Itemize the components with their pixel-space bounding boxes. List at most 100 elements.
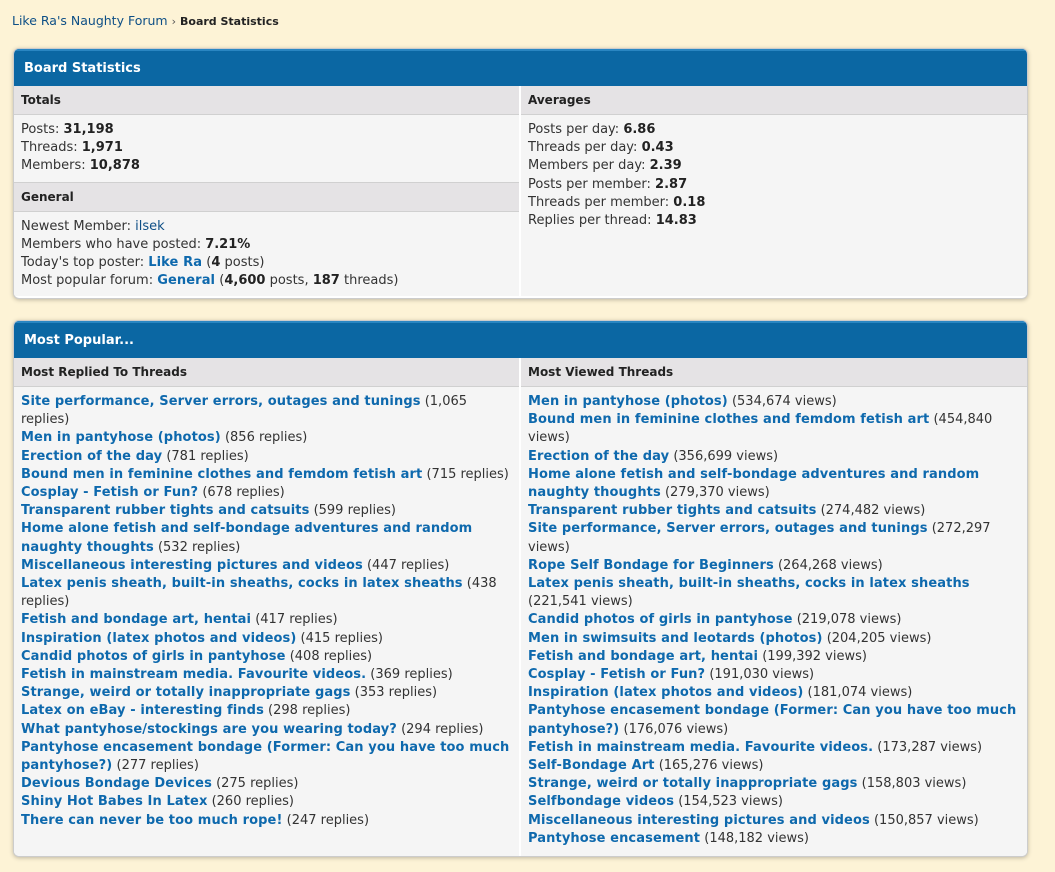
- thread-link[interactable]: Latex on eBay - interesting finds: [21, 703, 264, 718]
- thread-link[interactable]: Candid photos of girls in pantyhose: [528, 612, 793, 627]
- thread-list-item: Inspiration (latex photos and videos) (4…: [21, 630, 512, 648]
- thread-link[interactable]: Erection of the day: [21, 449, 162, 464]
- thread-list-item: Home alone fetish and self-bondage adven…: [528, 466, 1020, 502]
- thread-link[interactable]: Candid photos of girls in pantyhose: [21, 649, 286, 664]
- thread-link[interactable]: Cosplay - Fetish or Fun?: [21, 485, 198, 500]
- thread-link[interactable]: Selfbondage videos: [528, 794, 674, 809]
- thread-link[interactable]: Site performance, Server errors, outages…: [21, 394, 421, 409]
- thread-link[interactable]: Men in swimsuits and leotards (photos): [528, 631, 823, 646]
- thread-link[interactable]: Inspiration (latex photos and videos): [21, 631, 296, 646]
- breadcrumb: Like Ra's Naughty Forum › Board Statistics: [12, 13, 279, 28]
- thread-link[interactable]: Men in pantyhose (photos): [528, 394, 728, 409]
- thread-link[interactable]: Fetish and bondage art, hentai: [21, 612, 251, 627]
- averages-heading: Averages: [521, 86, 1027, 115]
- thread-link[interactable]: Miscellaneous interesting pictures and v…: [21, 558, 363, 573]
- thread-count: (532 replies): [157, 539, 241, 555]
- most-viewed-list: Men in pantyhose (photos) (534,674 views…: [521, 387, 1027, 854]
- thread-link[interactable]: Transparent rubber tights and catsuits: [528, 503, 816, 518]
- thread-link[interactable]: Latex penis sheath, built-in sheaths, co…: [528, 576, 970, 591]
- thread-count: (176,076 views): [623, 721, 729, 737]
- thread-count: (294 replies): [401, 721, 484, 737]
- thread-link[interactable]: Cosplay - Fetish or Fun?: [528, 667, 705, 682]
- thread-list-item: Miscellaneous interesting pictures and v…: [528, 812, 1020, 830]
- thread-link[interactable]: Fetish and bondage art, hentai: [528, 649, 758, 664]
- thread-count: (150,857 views): [873, 812, 979, 828]
- thread-list-item: Men in swimsuits and leotards (photos) (…: [528, 630, 1020, 648]
- thread-link[interactable]: Bound men in feminine clothes and femdom…: [21, 467, 422, 482]
- totals-general-column: Totals Posts: 31,198 Threads: 1,971 Memb…: [14, 86, 521, 297]
- thread-count: (415 replies): [300, 630, 383, 646]
- thread-list-item: Cosplay - Fetish or Fun? (191,030 views): [528, 666, 1020, 684]
- thread-link[interactable]: Devious Bondage Devices: [21, 776, 212, 791]
- thread-list-item: Cosplay - Fetish or Fun? (678 replies): [21, 484, 512, 502]
- thread-link[interactable]: Self-Bondage Art: [528, 758, 655, 773]
- general-heading: General: [14, 181, 519, 212]
- posts-value: 31,198: [63, 122, 114, 137]
- breadcrumb-home-link[interactable]: Like Ra's Naughty Forum: [12, 13, 168, 28]
- thread-count: (356,699 views): [673, 448, 779, 464]
- thread-count: (181,074 views): [807, 685, 913, 701]
- thread-list-item: Miscellaneous interesting pictures and v…: [21, 557, 512, 575]
- newest-member-stat: Newest Member: ilsek: [21, 218, 165, 234]
- average-row: Threads per day: 0.43: [528, 140, 674, 156]
- thread-count: (715 replies): [426, 466, 509, 482]
- thread-list-item: Fetish and bondage art, hentai (417 repl…: [21, 611, 512, 629]
- thread-link[interactable]: Home alone fetish and self-bondage adven…: [21, 521, 472, 554]
- thread-count: (277 replies): [116, 758, 199, 774]
- thread-list-item: Men in pantyhose (photos) (534,674 views…: [528, 393, 1020, 411]
- thread-list-item: Latex on eBay - interesting finds (298 r…: [21, 702, 512, 720]
- threads-stat: Threads: 1,971: [21, 140, 123, 156]
- thread-count: (781 replies): [166, 448, 249, 464]
- thread-count: (678 replies): [202, 485, 285, 501]
- thread-link[interactable]: Miscellaneous interesting pictures and v…: [528, 813, 870, 828]
- thread-link[interactable]: What pantyhose/stockings are you wearing…: [21, 722, 397, 737]
- members-posted-value: 7.21%: [205, 236, 251, 252]
- members-value: 10,878: [89, 158, 140, 174]
- thread-link[interactable]: Transparent rubber tights and catsuits: [21, 503, 309, 518]
- thread-link[interactable]: Strange, weird or totally inappropriate …: [528, 776, 858, 791]
- thread-list-item: Devious Bondage Devices (275 replies): [21, 775, 512, 793]
- general-section: Newest Member: ilsek Members who have po…: [14, 212, 519, 297]
- averages-section: Posts per day: 6.86 Threads per day: 0.4…: [521, 115, 1027, 236]
- thread-link[interactable]: Pantyhose encasement: [528, 831, 700, 846]
- totals-heading: Totals: [14, 86, 519, 115]
- thread-link[interactable]: Bound men in feminine clothes and femdom…: [528, 412, 929, 427]
- newest-member-link[interactable]: ilsek: [135, 219, 165, 234]
- thread-link[interactable]: Pantyhose encasement bondage (Former: Ca…: [21, 740, 509, 773]
- thread-count: (298 replies): [268, 703, 351, 719]
- thread-list-item: Transparent rubber tights and catsuits (…: [528, 502, 1020, 520]
- thread-list-item: What pantyhose/stockings are you wearing…: [21, 721, 512, 739]
- thread-count: (260 replies): [211, 794, 294, 810]
- thread-list-item: Transparent rubber tights and catsuits (…: [21, 502, 512, 520]
- thread-link[interactable]: Shiny Hot Babes In Latex: [21, 794, 207, 809]
- totals-section: Posts: 31,198 Threads: 1,971 Members: 10…: [14, 115, 519, 182]
- thread-link[interactable]: Pantyhose encasement bondage (Former: Ca…: [528, 703, 1016, 736]
- thread-link[interactable]: There can never be too much rope!: [21, 813, 282, 828]
- thread-list-item: There can never be too much rope! (247 r…: [21, 812, 512, 830]
- thread-list-item: Fetish in mainstream media. Favourite vi…: [528, 739, 1020, 757]
- thread-count: (165,276 views): [658, 758, 764, 774]
- thread-link[interactable]: Inspiration (latex photos and videos): [528, 685, 803, 700]
- thread-link[interactable]: Site performance, Server errors, outages…: [528, 521, 928, 536]
- thread-link[interactable]: Erection of the day: [528, 449, 669, 464]
- average-row: Posts per member: 2.87: [528, 176, 688, 192]
- threads-value: 1,971: [81, 140, 123, 156]
- averages-column: Averages Posts per day: 6.86 Threads per…: [521, 86, 1027, 297]
- thread-link[interactable]: Latex penis sheath, built-in sheaths, co…: [21, 576, 463, 591]
- thread-count: (275 replies): [216, 776, 299, 792]
- thread-list-item: Rope Self Bondage for Beginners (264,268…: [528, 557, 1020, 575]
- thread-list-item: Shiny Hot Babes In Latex (260 replies): [21, 793, 512, 811]
- thread-link[interactable]: Rope Self Bondage for Beginners: [528, 558, 774, 573]
- thread-list-item: Pantyhose encasement bondage (Former: Ca…: [21, 739, 512, 775]
- board-statistics-panel: Board Statistics Totals Posts: 31,198 Th…: [13, 48, 1028, 299]
- thread-link[interactable]: Men in pantyhose (photos): [21, 430, 221, 445]
- most-replied-list: Site performance, Server errors, outages…: [14, 387, 519, 836]
- thread-count: (173,287 views): [877, 739, 983, 755]
- thread-link[interactable]: Fetish in mainstream media. Favourite vi…: [528, 740, 873, 755]
- thread-link[interactable]: Fetish in mainstream media. Favourite vi…: [21, 667, 366, 682]
- thread-list-item: Pantyhose encasement (148,182 views): [528, 830, 1020, 848]
- top-poster-link[interactable]: Like Ra: [148, 255, 202, 270]
- popular-forum-link[interactable]: General: [157, 273, 215, 288]
- thread-link[interactable]: Strange, weird or totally inappropriate …: [21, 685, 351, 700]
- thread-count: (264,268 views): [777, 557, 883, 573]
